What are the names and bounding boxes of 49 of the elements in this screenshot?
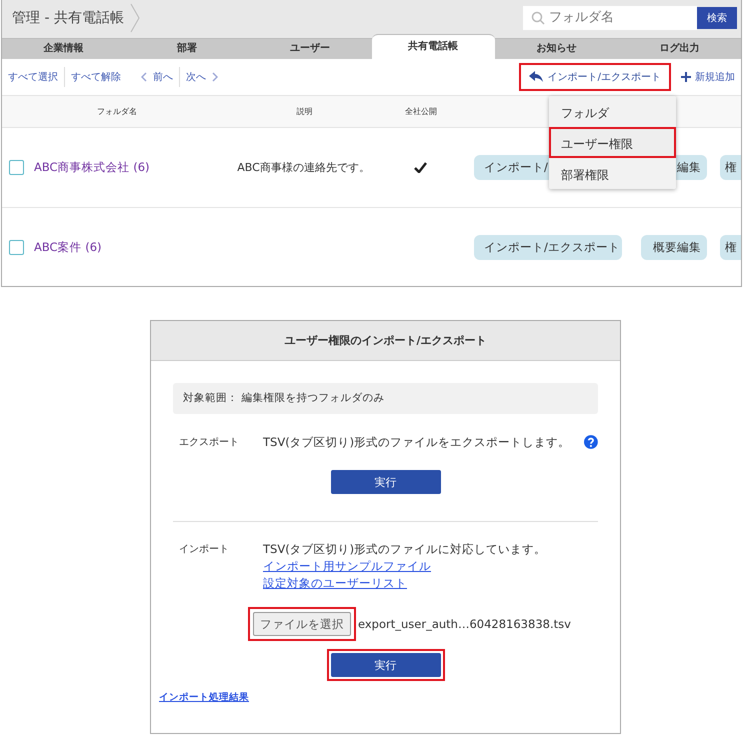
chevron-icon — [130, 2, 140, 32]
add-new-link[interactable]: 新規追加 — [681, 70, 735, 84]
search-button[interactable]: 検索 — [697, 6, 737, 28]
menu-item[interactable]: ユーザー権限 — [549, 127, 676, 158]
breadcrumb: 管理 - 共有電話帳 — [12, 8, 124, 26]
file-name: export_user_auth…60428163838.tsv — [358, 617, 571, 631]
folder-name-link[interactable]: ABC案件 (6) — [34, 240, 231, 255]
tab[interactable]: 部署 — [125, 38, 248, 59]
action-button[interactable]: 概要編集 — [641, 235, 707, 260]
select-all-link[interactable]: すべて選択 — [8, 70, 58, 84]
help-icon[interactable] — [584, 434, 598, 450]
chevron-left-icon[interactable] — [141, 72, 147, 82]
checkbox[interactable] — [9, 160, 24, 175]
menu-item[interactable]: フォルダ — [549, 96, 676, 127]
execute-button[interactable]: 実行 — [330, 653, 440, 677]
import-description: TSV(タブ区切り)形式のファイルに対応しています。 — [263, 542, 546, 557]
import-label: インポート — [178, 543, 230, 556]
action-button[interactable]: インポート/エクスポート — [474, 235, 622, 260]
tab[interactable]: ログ出力 — [618, 38, 741, 59]
import-export-link[interactable]: インポート/エクスポート — [518, 63, 671, 91]
description-text: ABC商事様の連絡先です。 — [237, 161, 370, 174]
link[interactable]: 設定対象のユーザーリスト — [263, 576, 546, 591]
tab[interactable]: ユーザー — [248, 38, 372, 59]
search-field[interactable]: フォルダ名 — [523, 6, 697, 30]
execute-button[interactable]: 実行 — [330, 470, 440, 494]
next-link[interactable]: 次へ — [186, 70, 206, 84]
tab[interactable]: 共有電話帳 — [372, 34, 495, 59]
reply-arrow-icon — [528, 71, 543, 83]
previous-link[interactable]: 前へ — [153, 70, 173, 84]
tab[interactable]: お知らせ — [494, 38, 618, 59]
folder-name-link[interactable]: ABC商事株式会社 (6) — [34, 160, 231, 175]
dialog-title: ユーザー権限のインポート/エクスポート — [151, 321, 620, 361]
choose-file-button[interactable]: ファイルを選択 — [253, 612, 351, 636]
column-header: 全社公開 — [404, 106, 438, 117]
export-label: エクスポート — [178, 436, 240, 449]
column-header: フォルダ名 — [96, 106, 138, 117]
chevron-right-icon[interactable] — [212, 72, 218, 82]
plus-icon — [681, 72, 691, 82]
link[interactable]: インポート用サンプルファイル — [263, 559, 546, 574]
export-description: TSV(タブ区切り)形式のファイルをエクスポートします。 — [263, 434, 570, 450]
search-icon — [531, 10, 545, 24]
action-button[interactable]: 権 — [720, 235, 741, 260]
checkbox[interactable] — [9, 240, 24, 255]
action-button[interactable]: 権 — [720, 155, 741, 180]
import-result-link[interactable]: インポート処理結果 — [159, 691, 598, 704]
column-header: 説明 — [296, 106, 314, 117]
scope-note: 対象範囲： 編集権限を持つフォルダのみ — [173, 383, 598, 414]
deselect-all-link[interactable]: すべて解除 — [71, 70, 121, 84]
tab[interactable]: 企業情報 — [2, 38, 126, 59]
